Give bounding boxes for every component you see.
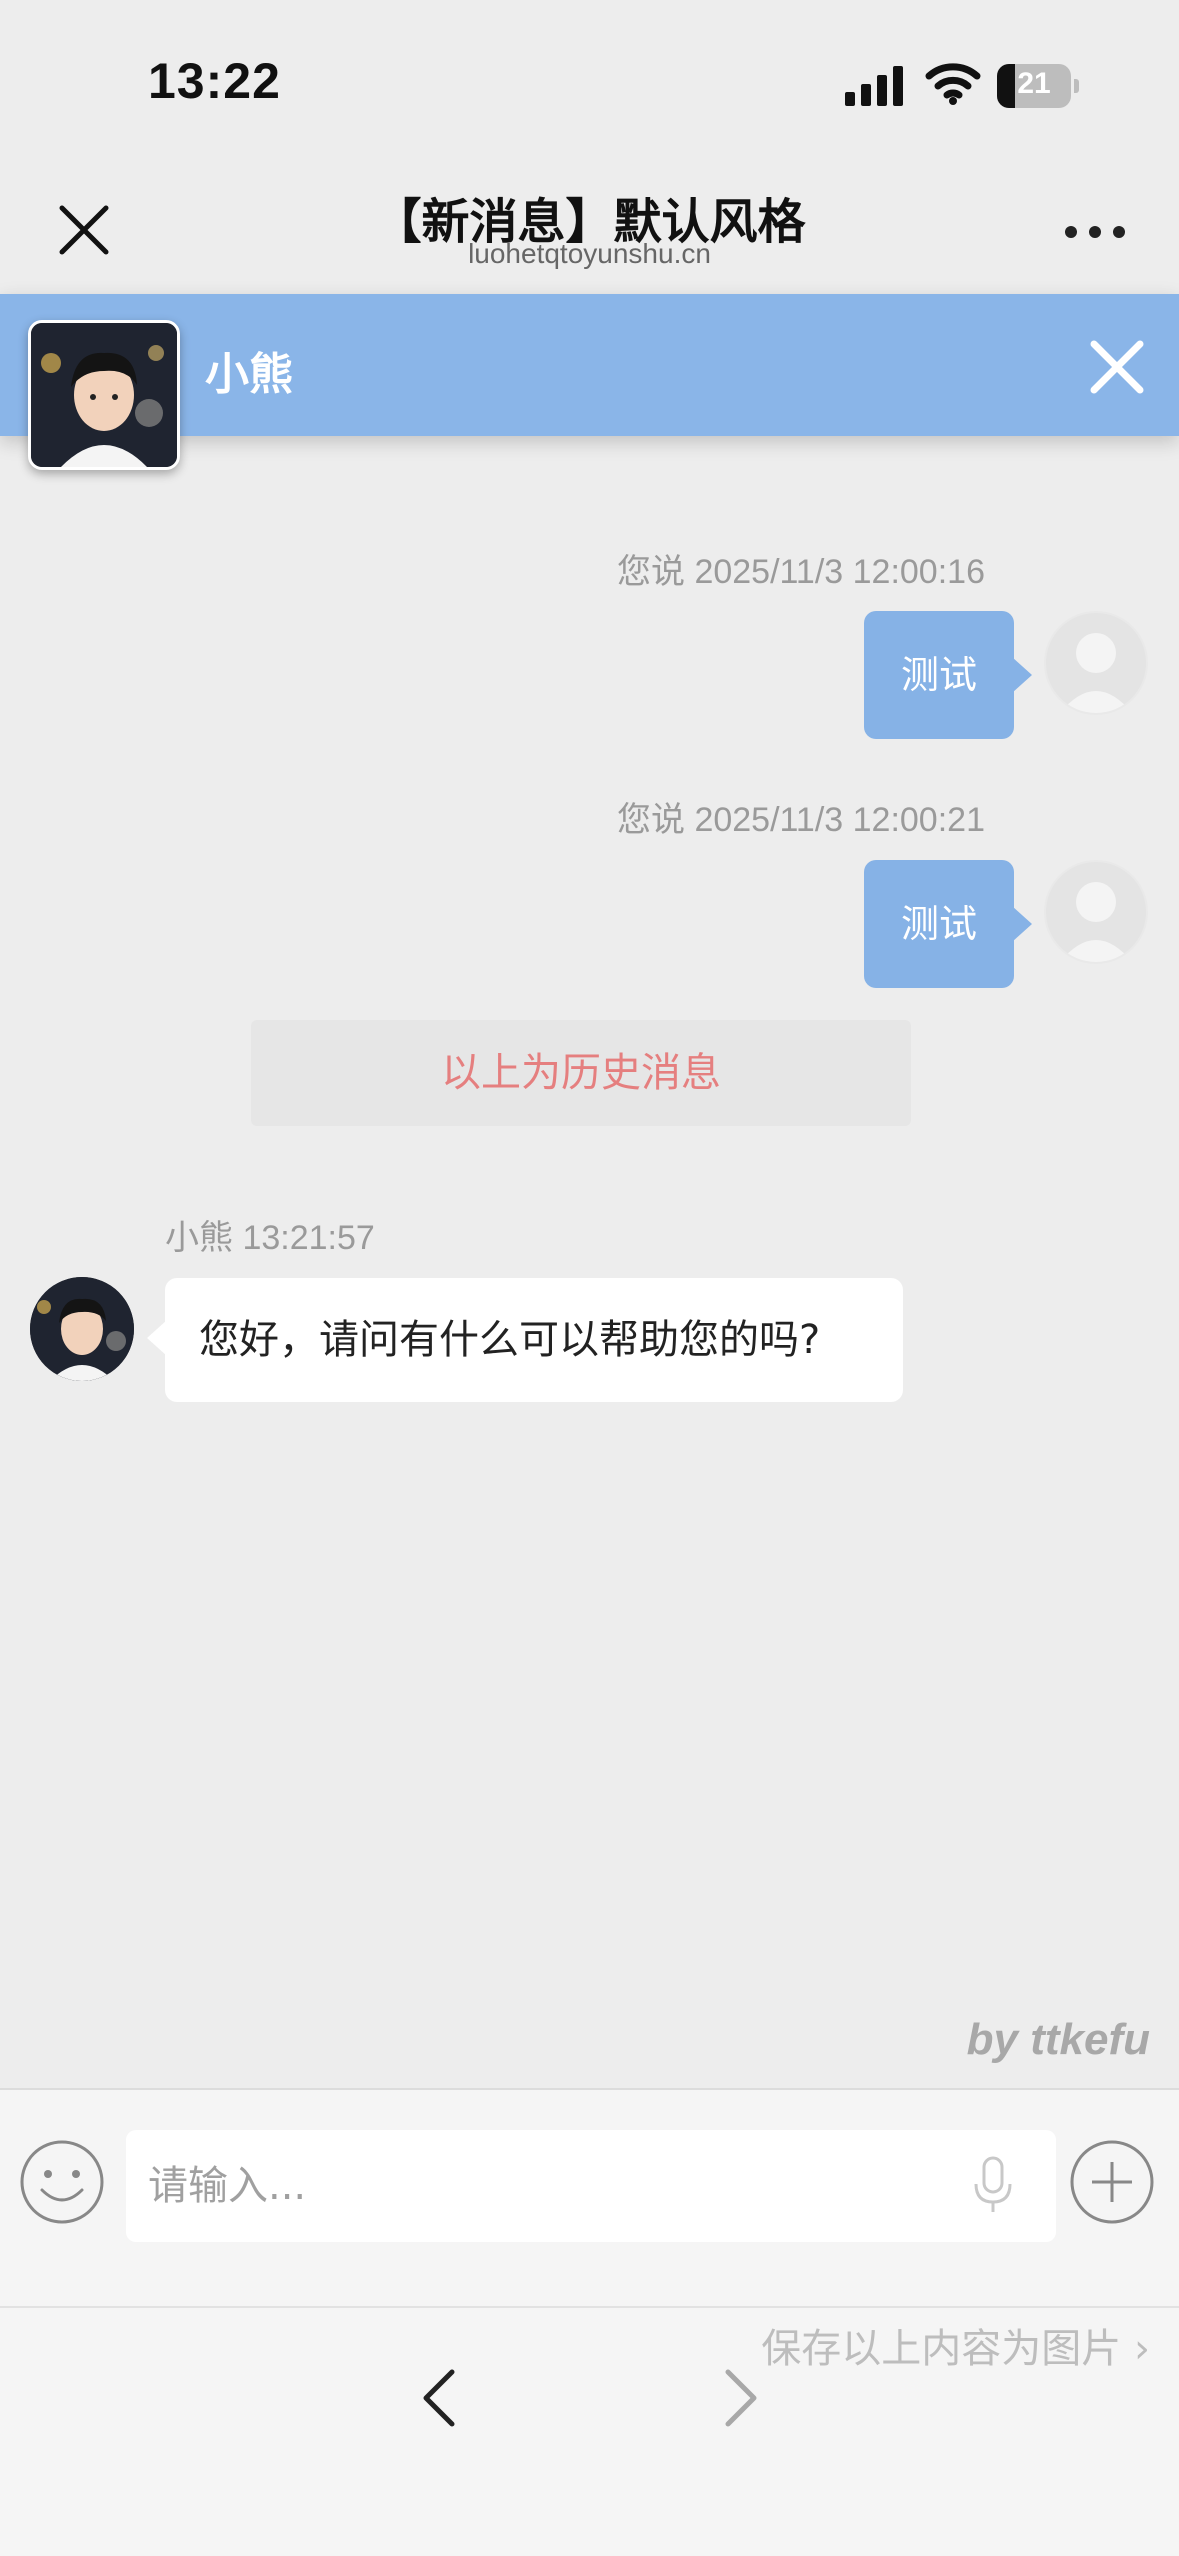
more-dots-icon[interactable]: [1065, 220, 1125, 244]
smiley-icon[interactable]: [18, 2138, 106, 2226]
user-avatar: [1044, 611, 1148, 715]
agent-avatar: [30, 1277, 134, 1381]
chevron-right-icon[interactable]: [710, 2358, 770, 2438]
message-meta: 您说 2025/11/3 12:00:16: [617, 553, 985, 591]
wifi-icon: [925, 63, 981, 105]
close-icon[interactable]: [1088, 338, 1146, 396]
chat-header-bar: 小熊: [0, 294, 1179, 470]
nav-header: 【新消息】默认风格 luohetqtoyunshu.cn: [0, 160, 1179, 294]
history-divider: 以上为历史消息: [251, 1020, 911, 1126]
message-input[interactable]: [126, 2130, 1056, 2242]
message-meta: 您说 2025/11/3 12:00:21: [617, 801, 985, 839]
battery-indicator: 21: [997, 64, 1079, 108]
watermark: by ttkefu: [966, 2015, 1150, 2064]
chevron-left-icon[interactable]: [410, 2358, 470, 2438]
outgoing-message-bubble[interactable]: 测试: [864, 611, 1032, 739]
user-avatar: [1044, 860, 1148, 964]
microphone-icon[interactable]: [970, 2156, 1016, 2216]
battery-level: 21: [1017, 67, 1051, 100]
agent-avatar: [28, 320, 180, 470]
message-meta: 小熊 13:21:57: [165, 1219, 375, 1257]
agent-name: 小熊: [205, 349, 293, 400]
cellular-signal-icon: [845, 66, 903, 106]
page-domain: luohetqtoyunshu.cn: [468, 238, 711, 269]
plus-circle-icon[interactable]: [1068, 2138, 1156, 2226]
status-time: 13:22: [148, 53, 281, 109]
input-bar: [0, 2088, 1179, 2306]
incoming-message-bubble[interactable]: 您好，请问有什么可以帮助您的吗?: [147, 1278, 903, 1402]
status-bar: 13:22 21: [0, 0, 1179, 160]
save-as-image-link[interactable]: 保存以上内容为图片 ›: [720, 2316, 1150, 2374]
browser-bottom-bar: 保存以上内容为图片 ›: [0, 2306, 1179, 2556]
outgoing-message-bubble[interactable]: 测试: [864, 860, 1032, 988]
